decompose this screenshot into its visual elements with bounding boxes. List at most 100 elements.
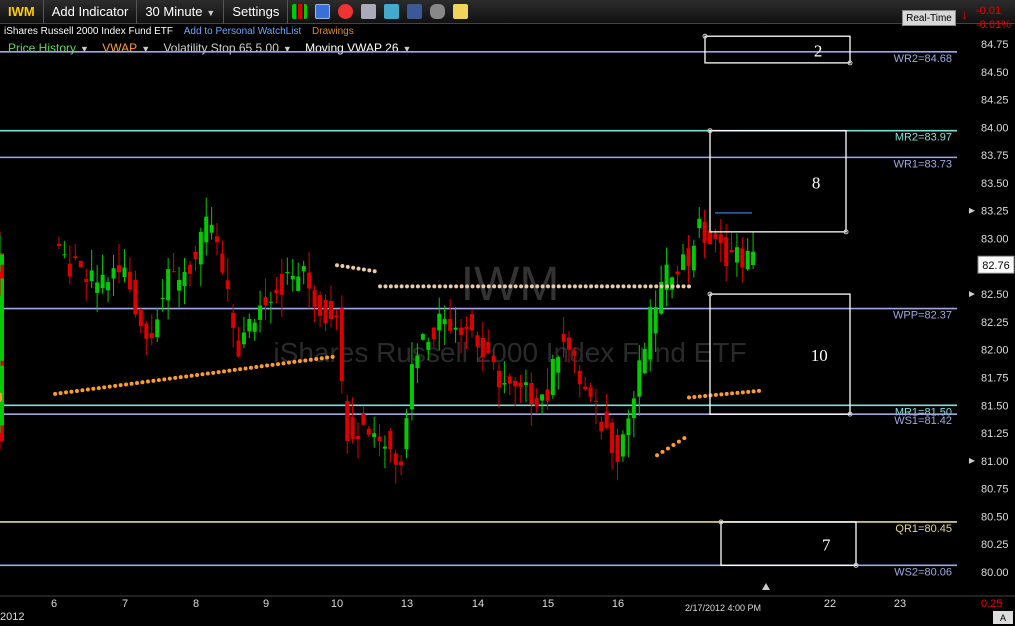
pivot-label: WS1=81.42 bbox=[894, 415, 952, 427]
volatility-stop-dot bbox=[243, 366, 248, 371]
candle-body bbox=[0, 278, 4, 291]
volatility-stop-dot bbox=[58, 391, 63, 396]
volatility-stop-dot bbox=[486, 284, 491, 289]
volatility-stop-dot bbox=[195, 372, 200, 377]
volatility-stop-dot bbox=[626, 284, 631, 289]
candle-body bbox=[545, 389, 550, 401]
volatility-stop-dot bbox=[421, 284, 426, 289]
candle-body bbox=[751, 251, 756, 266]
volatility-stop-dot bbox=[481, 284, 486, 289]
price-axis-tick: 80.75 bbox=[981, 484, 1009, 496]
volatility-stop-dot bbox=[735, 390, 740, 395]
candle-body bbox=[437, 313, 442, 331]
volatility-stop-dot bbox=[687, 284, 691, 289]
volatility-stop-dot bbox=[145, 379, 150, 384]
candle-body bbox=[279, 273, 284, 295]
price-axis-tick: 81.50 bbox=[981, 400, 1009, 412]
volatility-stop-dot bbox=[74, 388, 79, 393]
volatility-stop-dot bbox=[211, 370, 216, 375]
volatility-stop-dot bbox=[443, 284, 448, 289]
candle-body bbox=[285, 272, 290, 274]
volatility-stop-dot bbox=[703, 393, 708, 398]
candle-body bbox=[301, 266, 306, 272]
pivot-label: WR1=83.73 bbox=[894, 158, 952, 170]
date-axis-tick: 23 bbox=[894, 598, 906, 610]
pivot-label: MR2=83.97 bbox=[895, 132, 952, 144]
price-axis-tick: 82.50 bbox=[981, 289, 1009, 301]
candle-body bbox=[637, 360, 642, 397]
volatility-stop-dot bbox=[314, 357, 319, 362]
candle-body bbox=[561, 333, 566, 342]
volatility-stop-dot bbox=[546, 284, 550, 289]
candle-body bbox=[420, 334, 425, 340]
volatility-stop-dot bbox=[572, 284, 577, 289]
candle-body bbox=[198, 231, 203, 265]
price-axis-tick: 80.00 bbox=[981, 567, 1009, 579]
candle-body bbox=[680, 254, 685, 270]
candle-body bbox=[382, 446, 387, 449]
candle-body bbox=[708, 230, 712, 245]
candle-body bbox=[464, 326, 469, 330]
price-axis-tick: 0.25 bbox=[981, 598, 1002, 610]
candle-body bbox=[215, 236, 219, 243]
volatility-stop-dot bbox=[53, 391, 58, 396]
candle-body bbox=[502, 383, 507, 385]
candle-body bbox=[0, 365, 4, 391]
price-axis-tick: 82.25 bbox=[981, 317, 1009, 329]
candle-body bbox=[328, 300, 333, 320]
date-axis-tick: 6 bbox=[51, 598, 57, 610]
volatility-stop-dot bbox=[540, 284, 545, 289]
volatility-stop-dot bbox=[682, 436, 687, 441]
candle-body bbox=[388, 431, 393, 450]
volatility-stop-dot bbox=[340, 264, 345, 269]
price-axis-tick: 83.25 bbox=[981, 206, 1009, 218]
drawn-box bbox=[704, 35, 851, 64]
candle-body bbox=[318, 295, 323, 316]
candle-body bbox=[745, 250, 750, 270]
candle-body bbox=[729, 249, 734, 253]
volatility-stop-dot bbox=[465, 284, 470, 289]
candle-body bbox=[84, 278, 89, 283]
candle-body bbox=[78, 261, 83, 268]
volatility-stop-dot bbox=[676, 284, 681, 289]
volatility-stop-dot bbox=[388, 284, 393, 289]
volatility-stop-dot bbox=[578, 284, 583, 289]
candle-body bbox=[556, 357, 561, 373]
price-chart[interactable]: IWMiShares Russell 2000 Index Fund ETFWR… bbox=[0, 0, 1015, 626]
volatility-stop-dot bbox=[184, 374, 189, 379]
volatility-stop-dot bbox=[659, 284, 664, 289]
price-axis-tick: 83.00 bbox=[981, 234, 1009, 246]
volatility-stop-dot bbox=[535, 284, 540, 289]
candle-body bbox=[415, 355, 420, 369]
price-axis-tick: 84.25 bbox=[981, 95, 1009, 107]
candle-body bbox=[356, 435, 360, 440]
volatility-stop-dot bbox=[178, 375, 183, 380]
candle-body bbox=[583, 386, 588, 390]
volatility-stop-dot bbox=[655, 453, 660, 458]
candle-body bbox=[263, 297, 268, 306]
volatility-stop-dot bbox=[713, 392, 718, 397]
volatility-stop-dot bbox=[665, 446, 670, 451]
candle-body bbox=[513, 380, 518, 387]
axis-mode-icon: A bbox=[1000, 613, 1006, 623]
candle-body bbox=[182, 272, 187, 287]
price-axis-tick: 83.50 bbox=[981, 178, 1009, 190]
candle-body bbox=[73, 256, 78, 259]
candle-body bbox=[231, 312, 236, 328]
volatility-stop-dot bbox=[85, 387, 90, 392]
candle-body bbox=[204, 216, 209, 243]
candle-body bbox=[491, 355, 496, 363]
candle-body bbox=[631, 398, 636, 419]
volatility-stop-dot bbox=[378, 284, 383, 289]
price-axis-tick: 82.00 bbox=[981, 345, 1009, 357]
pivot-label: WPP=82.37 bbox=[893, 310, 952, 322]
candle-body bbox=[572, 350, 577, 356]
candle-body bbox=[691, 245, 696, 271]
volatility-stop-dot bbox=[632, 284, 637, 289]
candle-body bbox=[149, 333, 154, 339]
candle-body bbox=[724, 237, 729, 266]
drawn-box bbox=[720, 521, 857, 566]
volatility-stop-dot bbox=[292, 359, 297, 364]
pivot-label: WS2=80.06 bbox=[894, 566, 952, 578]
candle-body bbox=[686, 248, 691, 267]
